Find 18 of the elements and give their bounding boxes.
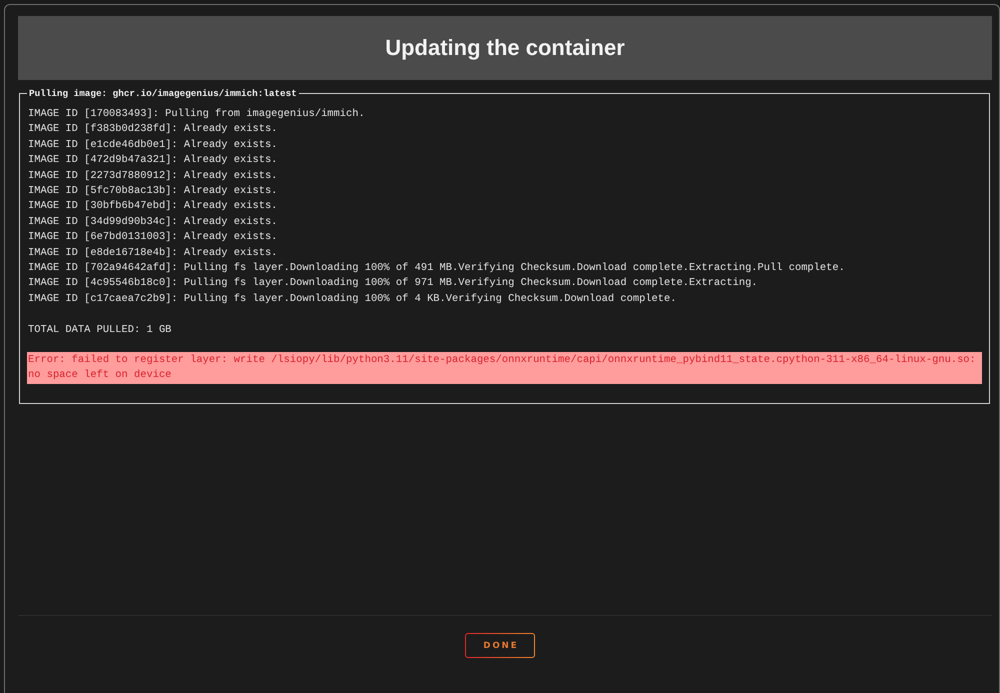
log-line: IMAGE ID [34d99d90b34c]: Already exists. bbox=[28, 214, 278, 230]
dialog-title: Updating the container bbox=[385, 35, 625, 61]
log-line: IMAGE ID [5fc70b8ac13b]: Already exists. bbox=[28, 184, 278, 200]
log-line: IMAGE ID [6e7bd0131003]: Already exists. bbox=[28, 230, 278, 246]
error-message: Error: failed to register layer: write /lsiopy/lib/python3.11/site-packages/onnxruntime/capi/onnxruntime_pybind11_state.cpython-311-x86_64-linux-gnu.so: no space left on device bbox=[27, 352, 982, 384]
log-line: IMAGE ID [c17caea7c2b9]: Pulling fs layer.Downloading 100% of 4 KB.Verifying Checksum.Download complete. bbox=[28, 292, 678, 307]
log-legend: Pulling image: ghcr.io/imagegenius/immich:latest bbox=[27, 88, 299, 99]
log-line: IMAGE ID [e1cde46db0e1]: Already exists. bbox=[28, 138, 278, 153]
log-summary: TOTAL DATA PULLED: 1 GB bbox=[28, 322, 172, 338]
log-line: IMAGE ID [472d9b47a321]: Already exists. bbox=[28, 153, 278, 168]
log-line: IMAGE ID [2273d7880912]: Already exists. bbox=[28, 168, 278, 184]
done-button[interactable]: DONE bbox=[465, 633, 535, 658]
log-line: IMAGE ID [30bfb6b47ebd]: Already exists. bbox=[28, 199, 278, 214]
log-line: IMAGE ID [f383b0d238fd]: Already exists. bbox=[28, 122, 278, 138]
log-line: IMAGE ID [170083493]: Pulling from imagegenius/immich. bbox=[28, 107, 366, 122]
log-line: IMAGE ID [702a94642afd]: Pulling fs layer.Downloading 100% of 491 MB.Verifying Checksum.Download complete.Extracting.Pull complete. bbox=[28, 261, 846, 276]
log-line: IMAGE ID [e8de16718e4b]: Already exists. bbox=[28, 246, 278, 261]
log-line: IMAGE ID [4c95546b18c0]: Pulling fs layer.Downloading 100% of 971 MB.Verifying Checksum.Download complete.Extracting. bbox=[28, 276, 759, 292]
